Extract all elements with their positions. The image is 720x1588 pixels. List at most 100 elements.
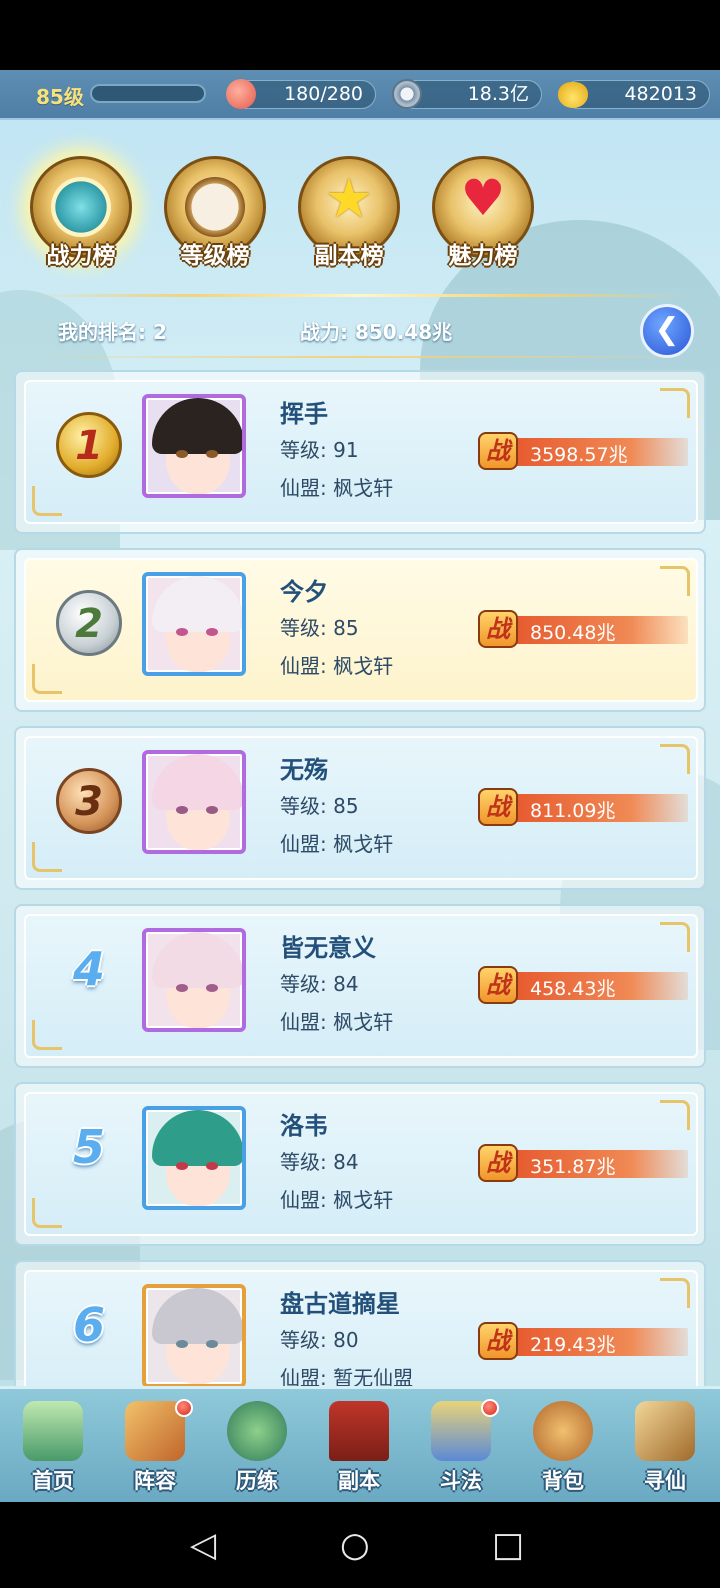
back-button[interactable]: ❮ (640, 304, 694, 358)
ranking-row[interactable]: 1 挥手 等级: 91 仙盟: 枫戈轩 战 3598.57兆 (14, 370, 706, 534)
player-guild: 仙盟: 枫戈轩 (280, 1188, 394, 1212)
experience-bar (90, 84, 206, 103)
peach-icon (226, 79, 256, 109)
my-rank-label: 我的排名: 2 (58, 320, 167, 344)
power-value: 811.09兆 (530, 800, 616, 822)
corner-ornament (32, 486, 62, 516)
player-level-text: 等级: 91 (280, 438, 359, 462)
rank-number: 5 (72, 1120, 105, 1174)
player-name: 盘古道摘星 (280, 1290, 400, 1318)
avatar[interactable] (142, 572, 246, 676)
bag-icon (533, 1401, 593, 1461)
nav-label: 斗法 (440, 1469, 482, 1493)
notification-dot (175, 1399, 193, 1417)
avatar[interactable] (142, 750, 246, 854)
system-home-icon[interactable]: ○ (340, 1528, 370, 1562)
ingots-value: 482013 (624, 83, 697, 105)
status-bar (0, 0, 720, 70)
power-indicator: 战 850.48兆 (478, 610, 690, 648)
battle-icon: 战 (478, 1322, 518, 1360)
rank-number: 4 (72, 942, 105, 996)
bottom-navigation: 首页 阵容 历练 副本 斗法 背包 寻仙 (0, 1386, 720, 1502)
avatar[interactable] (142, 928, 246, 1032)
corner-ornament (660, 388, 690, 418)
power-indicator: 战 3598.57兆 (478, 432, 690, 470)
corner-ornament (660, 1278, 690, 1308)
power-value: 458.43兆 (530, 978, 616, 1000)
nav-label: 历练 (236, 1469, 278, 1493)
corner-ornament (32, 664, 62, 694)
power-indicator: 战 219.43兆 (478, 1322, 690, 1360)
nav-dungeon[interactable]: 副本 (309, 1393, 409, 1501)
corner-ornament (660, 744, 690, 774)
gourd-icon (227, 1401, 287, 1461)
power-indicator: 战 811.09兆 (478, 788, 690, 826)
nav-label: 背包 (542, 1469, 584, 1493)
tab-label: 战力榜 (46, 243, 116, 269)
system-recents-icon[interactable]: □ (492, 1528, 524, 1562)
home-island-icon (23, 1401, 83, 1461)
ranking-row-self[interactable]: 2 今夕 等级: 85 仙盟: 枫戈轩 战 850.48兆 (14, 548, 706, 712)
player-name: 今夕 (280, 578, 328, 606)
player-level: 85级 (36, 85, 84, 109)
tab-combat-power[interactable]: 战力榜 (20, 152, 142, 282)
rank-medal-silver: 2 (56, 590, 122, 656)
player-name: 洛韦 (280, 1112, 328, 1140)
corner-ornament (660, 922, 690, 952)
notification-dot (481, 1399, 499, 1417)
nav-label: 阵容 (134, 1469, 176, 1493)
power-indicator: 战 351.87兆 (478, 1144, 690, 1182)
ranking-row[interactable]: 5 洛韦 等级: 84 仙盟: 枫戈轩 战 351.87兆 (14, 1082, 706, 1246)
ranking-screen: 85级 180/280 18.3亿 482013 战力榜 等级榜 ★ 副本榜 ♥… (0, 70, 720, 1502)
system-navigation-bar: ◁ ○ □ (0, 1502, 720, 1588)
power-value: 3598.57兆 (530, 444, 628, 466)
nav-training[interactable]: 历练 (207, 1393, 307, 1501)
tab-dungeon[interactable]: ★ 副本榜 (288, 152, 410, 282)
player-guild: 仙盟: 枫戈轩 (280, 832, 394, 856)
tab-label: 副本榜 (314, 243, 384, 269)
gate-icon (329, 1401, 389, 1461)
player-guild: 仙盟: 枫戈轩 (280, 654, 394, 678)
player-level-text: 等级: 84 (280, 972, 359, 996)
corner-ornament (32, 842, 62, 872)
power-indicator: 战 458.43兆 (478, 966, 690, 1004)
rank-medal-gold: 1 (56, 412, 122, 478)
tab-label: 魅力榜 (448, 243, 518, 269)
tab-charm[interactable]: ♥ 魅力榜 (422, 152, 544, 282)
divider (28, 294, 692, 297)
tab-level[interactable]: 等级榜 (154, 152, 276, 282)
battle-icon: 战 (478, 610, 518, 648)
nav-label: 首页 (32, 1469, 74, 1493)
avatar[interactable] (142, 1284, 246, 1388)
player-guild: 仙盟: 枫戈轩 (280, 476, 394, 500)
player-level-text: 等级: 80 (280, 1328, 359, 1352)
avatar[interactable] (142, 394, 246, 498)
nav-battle[interactable]: 斗法 (411, 1393, 511, 1501)
ranking-row[interactable]: 3 无殇 等级: 85 仙盟: 枫戈轩 战 811.09兆 (14, 726, 706, 890)
avatar[interactable] (142, 1106, 246, 1210)
gold-ingot-icon (558, 82, 588, 108)
ranking-row[interactable]: 4 皆无意义 等级: 84 仙盟: 枫戈轩 战 458.43兆 (14, 904, 706, 1068)
rank-medal-bronze: 3 (56, 768, 122, 834)
coin-icon (392, 79, 422, 109)
system-back-icon[interactable]: ◁ (190, 1528, 216, 1562)
divider (28, 356, 692, 358)
nav-label: 副本 (338, 1469, 380, 1493)
nav-label: 寻仙 (644, 1469, 686, 1493)
player-level-text: 等级: 85 (280, 794, 359, 818)
corner-ornament (660, 566, 690, 596)
player-name: 皆无意义 (280, 934, 376, 962)
battle-icon: 战 (478, 966, 518, 1004)
coins-value: 18.3亿 (467, 83, 529, 105)
nav-seek-immortal[interactable]: 寻仙 (615, 1393, 715, 1501)
nav-lineup[interactable]: 阵容 (105, 1393, 205, 1501)
battle-icon: 战 (478, 788, 518, 826)
my-power-label: 战力: 850.48兆 (300, 320, 453, 344)
nav-bag[interactable]: 背包 (513, 1393, 613, 1501)
resource-bar: 85级 180/280 18.3亿 482013 (0, 70, 720, 120)
nav-home[interactable]: 首页 (3, 1393, 103, 1501)
back-arrow-icon: ❮ (654, 312, 680, 347)
battle-icon: 战 (478, 432, 518, 470)
battle-icon: 战 (478, 1144, 518, 1182)
power-value: 219.43兆 (530, 1334, 616, 1356)
